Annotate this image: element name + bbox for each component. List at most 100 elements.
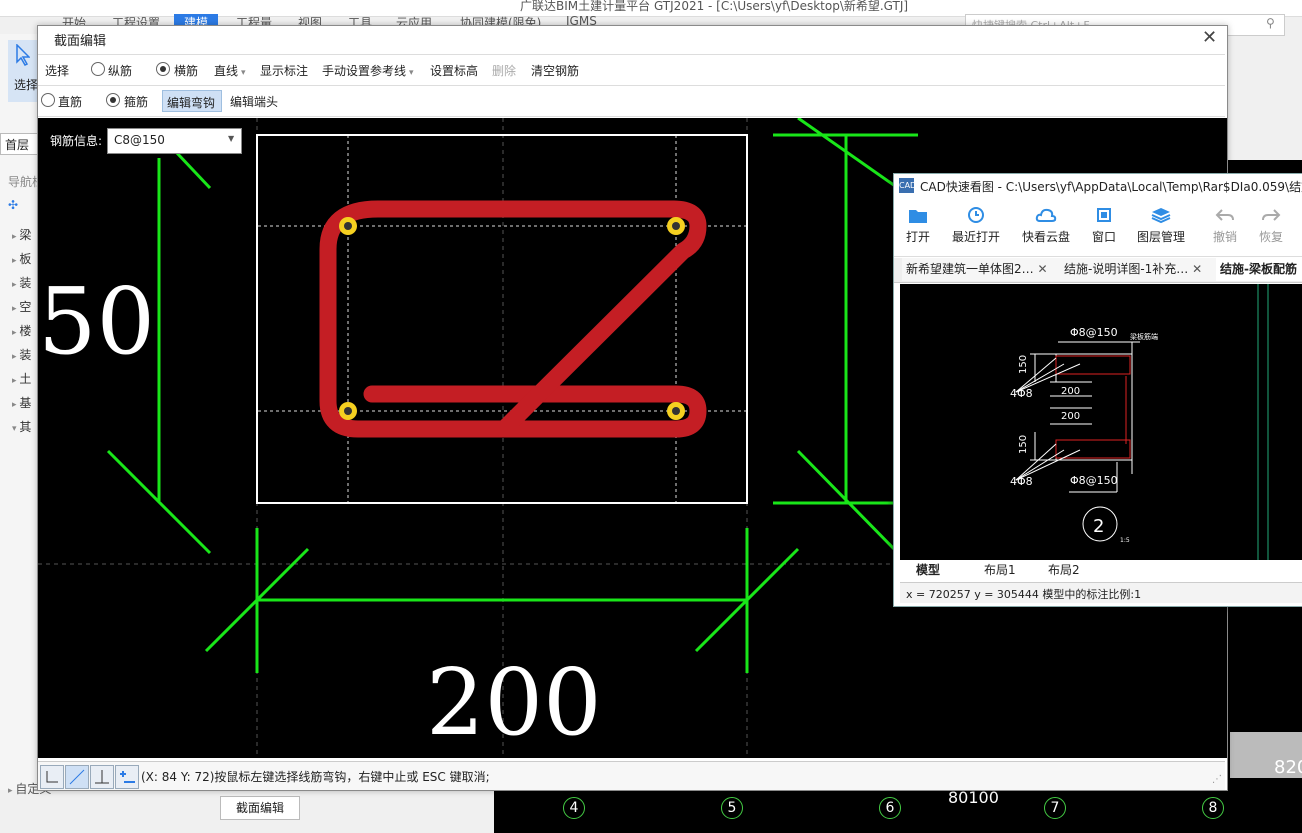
search-icon[interactable]: ⚲ (1266, 16, 1275, 30)
window-icon (1097, 208, 1111, 222)
height-dimension-text: 50 (38, 268, 155, 375)
manual-ref-dropdown[interactable]: 手动设置参考线 ▾ (322, 62, 414, 79)
floor-select[interactable]: 首层 (0, 133, 38, 155)
cad-detail-number: 2 (1093, 516, 1104, 537)
set-elevation-button[interactable]: 设置标高 (430, 62, 478, 79)
nav-item[interactable]: 梁 (19, 228, 31, 242)
resize-grip-icon[interactable]: ⋰ (1212, 774, 1222, 785)
perpendicular-button[interactable] (90, 765, 114, 789)
open-button[interactable]: 打开 (906, 206, 930, 245)
edit-hook-button[interactable]: 编辑弯钩 (162, 90, 222, 112)
cloud-icon (1035, 208, 1057, 222)
canvas-dim-label: 820 (1274, 757, 1302, 778)
cad-drawing-view[interactable]: Φ8@150 梁板筋端 150 150 4Φ8 4Φ8 200 200 Φ8@1… (900, 284, 1302, 560)
longitudinal-radio[interactable] (91, 62, 105, 76)
layers-icon (1151, 208, 1171, 224)
layer-manager-button[interactable]: 图层管理 (1137, 206, 1185, 245)
window-button[interactable]: 窗口 (1092, 206, 1116, 245)
edit-hook-label: 编辑弯钩 (167, 96, 216, 110)
cad-bar-a: 4Φ8 (1010, 387, 1033, 400)
file-tab[interactable]: 新希望建筑一单体图2… ✕ (902, 258, 1061, 281)
rebar-info-label: 钢筋信息: (50, 134, 103, 148)
floor-value: 首层 (5, 138, 30, 152)
layout-tab-1[interactable]: 布局1 (984, 561, 1016, 578)
nav-add-icon[interactable]: ✣ (8, 198, 18, 212)
dialog-statusbar: (X: 84 Y: 72)按鼠标左键选择线筋弯钩，右键中止或 ESC 键取消; … (38, 761, 1225, 790)
straight-label[interactable]: 直筋 (58, 93, 82, 110)
cad-dim-150b: 150 (1018, 435, 1029, 454)
redo-icon (1262, 209, 1281, 221)
stirrup-radio[interactable] (106, 93, 120, 107)
cad-drawing: Φ8@150 梁板筋端 150 150 4Φ8 4Φ8 200 200 Φ8@1… (1010, 284, 1269, 560)
show-dims-button[interactable]: 显示标注 (260, 62, 308, 79)
stirrup-rebar (319, 200, 707, 438)
nav-item[interactable]: 装 (19, 276, 31, 290)
nav-item[interactable]: 楼 (19, 324, 31, 338)
transverse-label[interactable]: 横筋 (174, 62, 198, 79)
axis-label: 5 (721, 797, 743, 819)
recent-button[interactable]: 最近打开 (952, 206, 1000, 245)
width-dimension-text: 200 (426, 649, 602, 756)
edit-end-button[interactable]: 编辑端头 (230, 93, 278, 110)
section-edit-taskbar-tab[interactable]: 截面编辑 (220, 796, 300, 820)
cad-viewer-window: CAD CAD快速看图 - C:\Users\yf\AppData\Local\… (893, 173, 1302, 607)
line-mode-button[interactable] (65, 765, 89, 789)
undo-button[interactable]: 撤销 (1213, 206, 1237, 245)
cad-titlebar: CAD CAD快速看图 - C:\Users\yf\AppData\Local\… (894, 174, 1302, 198)
cad-bar-b: 4Φ8 (1010, 475, 1033, 488)
redo-button[interactable]: 恢复 (1259, 206, 1283, 245)
undo-icon (1215, 209, 1234, 221)
cad-coordinates: x = 720257 y = 305444 模型中的标注比例:1 (906, 588, 1142, 601)
cad-note: 梁板筋端 (1130, 332, 1158, 341)
axis-label: 7 (1044, 797, 1066, 819)
select-tool-button[interactable]: 选择 (8, 40, 38, 102)
toolbar-primary: 选择 纵筋 横筋 直线 ▾ 显示标注 手动设置参考线 ▾ 设置标高 删除 清空钢筋 (38, 54, 1225, 86)
chevron-down-icon: ▼ (228, 134, 235, 143)
longitudinal-label[interactable]: 纵筋 (108, 62, 132, 79)
close-icon[interactable]: ✕ (1202, 27, 1217, 48)
select-button[interactable]: 选择 (45, 62, 69, 79)
nav-item[interactable]: 土 (19, 372, 31, 386)
cad-title: CAD快速看图 - C:\Users\yf\AppData\Local\Temp… (920, 180, 1302, 194)
ortho-mode-button[interactable] (40, 765, 64, 789)
layout-tab-2[interactable]: 布局2 (1048, 561, 1080, 578)
cad-dim-200a: 200 (1061, 386, 1080, 397)
transverse-radio[interactable] (156, 62, 170, 76)
main-canvas-bottom[interactable]: 4 5 6 7 8 80100 (494, 788, 1302, 833)
line-dropdown[interactable]: 直线 ▾ (214, 62, 246, 79)
clear-rebar-button[interactable]: 清空钢筋 (531, 62, 579, 79)
stirrup-label[interactable]: 箍筋 (124, 93, 148, 110)
layout-tabs: 模型 布局1 布局2 (900, 560, 1302, 578)
cad-scale: 1:5 (1120, 537, 1130, 544)
folder-icon (909, 210, 927, 223)
select-tool-label: 选择 (14, 78, 39, 92)
axis-label: 4 (563, 797, 585, 819)
file-tab[interactable]: 结施-说明详图-1补充… ✕ (1060, 258, 1219, 281)
cad-toolbar: 打开 最近打开 快看云盘 窗口 图层管理 撤销 恢复 (894, 200, 1302, 257)
cad-logo-icon: CAD (899, 178, 916, 193)
cad-dim-150a: 150 (1018, 355, 1029, 374)
nav-item[interactable]: 板 (19, 252, 31, 266)
dialog-title: 截面编辑 (54, 34, 107, 49)
cad-bottom-label: Φ8@150 (1070, 474, 1118, 487)
add-point-button[interactable] (115, 765, 139, 789)
delete-button[interactable]: 删除 (492, 62, 516, 79)
cloud-button[interactable]: 快看云盘 (1022, 206, 1070, 245)
layout-tab-model[interactable]: 模型 (916, 561, 941, 578)
cad-top-label: Φ8@150 (1070, 326, 1118, 339)
status-text: (X: 84 Y: 72)按鼠标左键选择线筋弯钩，右键中止或 ESC 键取消; (141, 770, 490, 784)
rebar-info-value: C8@150 (114, 133, 165, 147)
axis-label: 6 (879, 797, 901, 819)
nav-item[interactable]: 基 (19, 396, 31, 410)
file-tab-active[interactable]: 结施-梁板配筋 (1216, 258, 1302, 281)
nav-list: ▸ 梁 ▸ 板 ▸ 装 ▸ 空 ▸ 楼 ▸ 装 ▸ 土 ▸ 基 ▾ 其 (12, 228, 32, 434)
nav-item[interactable]: 空 (19, 300, 31, 314)
clock-icon (968, 207, 984, 223)
rebar-info-select[interactable]: C8@150 ▼ (107, 128, 242, 154)
app-title: 广联达BIM土建计量平台 GTJ2021 - [C:\Users\yf\Desk… (520, 0, 909, 13)
nav-item[interactable]: 装 (19, 348, 31, 362)
axis-label: 8 (1202, 797, 1224, 819)
nav-item[interactable]: 其 (19, 420, 31, 434)
straight-radio[interactable] (41, 93, 55, 107)
cad-dim-200b: 200 (1061, 411, 1080, 422)
